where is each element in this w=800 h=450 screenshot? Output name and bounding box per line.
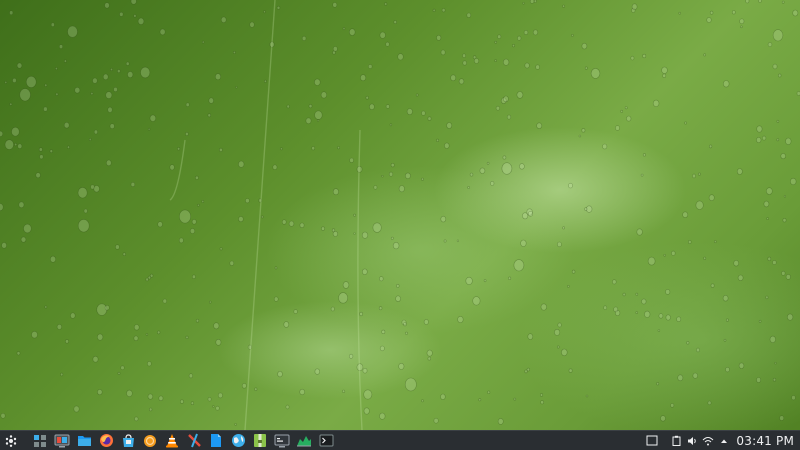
task-graph-app[interactable] [293,431,315,450]
digital-clock[interactable]: 03:41 PM [736,434,794,448]
task-system-settings[interactable] [51,431,73,450]
task-manager [29,431,337,450]
task-krita[interactable] [183,431,205,450]
show-desktop-button[interactable] [644,431,660,450]
vlc-icon [166,434,178,448]
krita-icon [187,433,201,448]
task-vlc[interactable] [161,431,183,450]
task-file-manager[interactable] [73,431,95,450]
orange-app-icon [144,434,156,447]
file-manager-icon [77,436,91,446]
application-launcher-button[interactable] [1,431,21,450]
wallpaper-raindrops [0,0,800,430]
tray-expand-button[interactable] [716,431,732,450]
application-launcher-icon [5,434,17,447]
volume-icon [687,436,696,445]
system-monitor-icon [274,434,290,447]
task-discover[interactable] [117,431,139,450]
system-settings-icon [54,434,70,447]
task-document[interactable] [205,431,227,450]
tray-clipboard[interactable] [668,431,684,450]
taskbar-panel: 03:41 PM [0,430,800,450]
graph-app-icon [297,436,311,447]
system-tray: 03:41 PM [644,431,800,450]
task-orange-app[interactable] [139,431,161,450]
show-desktop-icon [646,435,658,446]
firefox-icon [99,434,113,447]
clipboard-icon [672,435,681,446]
terminal-icon [319,434,333,447]
network-icon [703,436,714,445]
task-firefox[interactable] [95,431,117,450]
task-globe[interactable] [227,431,249,450]
document-icon [211,434,221,447]
tray-volume[interactable] [684,431,700,450]
task-pager[interactable] [29,431,51,450]
archive-icon [254,434,266,447]
expand-tray-arrow-icon [721,439,728,443]
pager-icon [34,434,46,447]
tray-network[interactable] [700,431,716,450]
task-system-monitor[interactable] [271,431,293,450]
desktop[interactable]: 03:41 PM [0,0,800,450]
task-terminal[interactable] [315,431,337,450]
globe-icon [231,434,245,447]
discover-store-icon [122,433,134,447]
task-archive[interactable] [249,431,271,450]
